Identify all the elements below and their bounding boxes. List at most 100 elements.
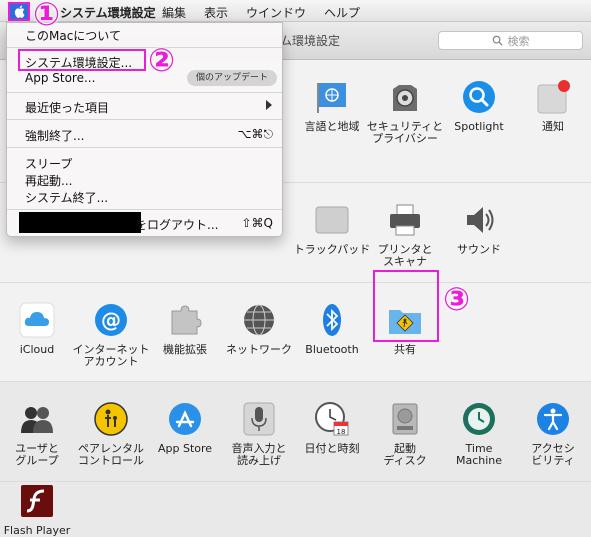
menu-help[interactable]: ヘルプ [324,4,360,21]
spotlight-icon [463,81,495,113]
disk-icon [392,403,418,435]
menu-item-restart[interactable]: 再起動... [25,172,72,189]
annotation-step-2: ② [148,41,176,79]
pane-label: iCloud [19,343,55,356]
pane-startup-disk[interactable]: 起動 ディスク [366,400,444,467]
menu-window[interactable]: ウインドウ [246,4,306,21]
pane-date-time[interactable]: 18 日付と時刻 [293,400,371,455]
menu-item-recent-items[interactable]: 最近使った項目 [25,99,109,116]
clock-calendar-icon: 18 [315,402,349,436]
window-title: ム環境設定 [280,34,341,48]
pane-users-groups[interactable]: ユーザと グループ [0,400,76,467]
pane-label: 通知 [542,120,564,133]
pane-label: トラックパッド [293,243,371,256]
search-icon [492,35,503,46]
pane-sound[interactable]: サウンド [440,201,518,256]
annotation-step-3: ③ [443,280,471,318]
pane-label: 音声入力と 読み上げ [231,442,287,467]
pane-label: 言語と地域 [304,120,360,133]
at-icon: @ [95,304,127,336]
accessibility-icon [537,403,569,435]
menu-app-name[interactable]: システム環境設定 [60,4,156,21]
pane-label: サウンド [457,243,501,256]
pane-label: プリンタと スキャナ [377,243,433,268]
highlight-apple-menu [8,2,30,21]
pane-icloud[interactable]: iCloud [0,301,76,356]
globe-icon [244,304,274,336]
calendar-day: 18 [337,428,346,436]
pane-language-region[interactable]: 言語と地域 [293,78,371,133]
menu-separator [7,92,282,93]
pane-label: ペアレンタル コントロール [78,442,144,467]
pane-label: インターネット アカウント [72,343,150,368]
pane-flash-player[interactable]: Flash Player [0,482,76,537]
svg-text:@: @ [101,308,121,332]
trackpad-icon [315,206,349,234]
pane-section-system: ユーザと グループ ペアレンタル コントロール App Store 音声入力と … [0,382,591,482]
pane-section-other: Flash Player [0,482,591,537]
shortcut-logout: ⇧⌘Q [241,216,274,230]
submenu-arrow-icon [266,100,272,110]
speaker-icon [467,207,494,233]
pane-parental-controls[interactable]: ペアレンタル コントロール [72,400,150,467]
menu-separator [7,47,282,48]
update-badge: 個のアップデート [187,70,277,86]
pane-internet-accounts[interactable]: @ インターネット アカウント [72,301,150,368]
printer-icon [390,204,420,236]
redacted-username [19,212,141,233]
pane-label: アクセシ ビリティ [531,442,575,467]
menu-bar: システム環境設定 編集 表示 ウインドウ ヘルプ [0,0,591,22]
annotation-step-1: ① [33,0,61,33]
shortcut-force-quit: ⌥⌘⎋ [237,127,273,141]
menu-item-app-store[interactable]: App Store... [25,71,95,85]
pane-section-internet: iCloud @ インターネット アカウント 機能拡張 ネットワーク Bluet… [0,282,591,382]
notification-icon [537,80,570,114]
pane-trackpad[interactable]: トラックパッド [293,201,371,256]
pane-bluetooth[interactable]: Bluetooth [293,301,371,356]
bluetooth-icon [323,304,341,336]
highlight-system-preferences [18,49,146,71]
pane-label: 共有 [394,343,416,356]
security-icon [393,85,417,111]
users-icon [21,407,53,433]
microphone-icon [243,402,275,436]
appstore-icon [169,403,201,435]
search-field[interactable]: 検索 [438,31,583,50]
menu-edit[interactable]: 編集 [162,4,186,21]
menu-item-shutdown[interactable]: システム終了... [25,189,108,206]
pane-security-privacy[interactable]: セキュリティと プライバシー [366,78,444,145]
pane-app-store[interactable]: App Store [146,400,224,455]
un-flag-icon [317,83,346,113]
pane-label: Spotlight [454,120,504,133]
pane-network[interactable]: ネットワーク [220,301,298,356]
pane-label: App Store [157,442,213,455]
pane-printers-scanners[interactable]: プリンタと スキャナ [366,201,444,268]
flash-icon [21,485,53,517]
pane-notifications[interactable]: 通知 [514,78,591,133]
menu-separator [7,209,282,210]
pane-accessibility[interactable]: アクセシ ビリティ [514,400,591,467]
parental-icon [94,402,128,436]
pane-label: Time Machine [455,442,503,467]
menu-view[interactable]: 表示 [204,4,228,21]
highlight-sharing-pane [373,270,439,342]
pane-label: ユーザと グループ [15,442,59,467]
puzzle-icon [171,305,202,335]
pane-spotlight[interactable]: Spotlight [440,78,518,133]
menu-item-force-quit[interactable]: 強制終了... [25,127,84,144]
icloud-icon [19,302,55,338]
pane-label: 日付と時刻 [304,442,360,455]
pane-extensions[interactable]: 機能拡張 [146,301,224,356]
pane-dictation-speech[interactable]: 音声入力と 読み上げ [220,400,298,467]
pane-time-machine[interactable]: Time Machine [440,400,518,467]
pane-label: 起動 ディスク [383,442,427,467]
pane-label: Flash Player [3,524,71,537]
menu-item-logout[interactable]: をログアウト... [135,216,218,233]
pane-label: セキュリティと プライバシー [366,120,444,145]
pane-label: ネットワーク [226,343,292,356]
time-machine-icon [463,403,495,435]
menu-separator [7,147,282,148]
pane-label: Bluetooth [305,343,359,356]
search-placeholder: 検索 [507,34,530,48]
menu-item-sleep[interactable]: スリープ [25,155,72,172]
